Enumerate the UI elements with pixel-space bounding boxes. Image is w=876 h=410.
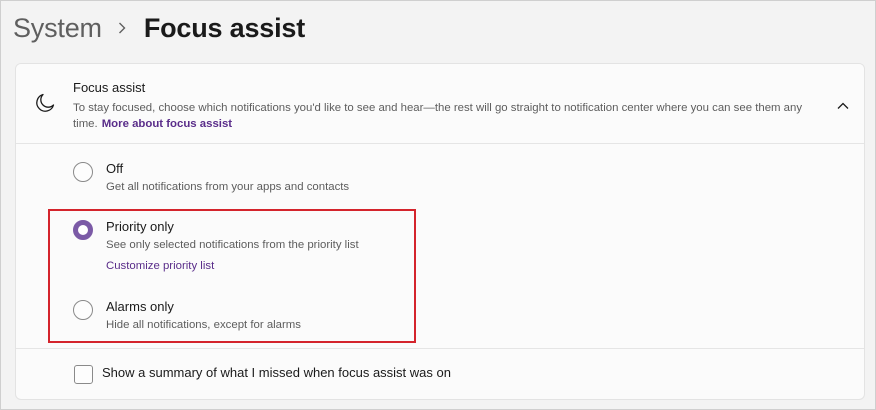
focus-assist-card: Focus assist To stay focused, choose whi… <box>15 63 865 400</box>
more-about-focus-assist-link[interactable]: More about focus assist <box>102 118 232 130</box>
off-radio[interactable] <box>73 162 93 182</box>
page-title: Focus assist <box>143 12 305 43</box>
option-description: Hide all notifications, except for alarm… <box>106 319 301 331</box>
moon-icon <box>34 92 56 114</box>
header-title: Focus assist <box>73 80 146 95</box>
summary-checkbox[interactable] <box>74 365 93 384</box>
breadcrumb-system[interactable]: System <box>13 13 102 44</box>
priority-only-radio[interactable] <box>73 220 93 240</box>
option-label: Priority only <box>106 219 174 234</box>
alarms-only-radio[interactable] <box>73 300 93 320</box>
option-label: Alarms only <box>106 299 174 314</box>
focus-assist-header[interactable]: Focus assist To stay focused, choose whi… <box>16 64 864 144</box>
customize-priority-list-link[interactable]: Customize priority list <box>106 260 214 272</box>
summary-row: Show a summary of what I missed when foc… <box>16 348 864 399</box>
option-label: Off <box>106 161 124 176</box>
option-description: See only selected notifications from the… <box>106 239 359 251</box>
summary-label[interactable]: Show a summary of what I missed when foc… <box>102 365 451 380</box>
chevron-right-icon <box>118 22 126 34</box>
option-description: Get all notifications from your apps and… <box>106 181 350 193</box>
header-description: To stay focused, choose which notificati… <box>73 100 813 132</box>
chevron-up-icon[interactable] <box>836 98 850 109</box>
breadcrumb: System Focus assist <box>13 11 305 45</box>
